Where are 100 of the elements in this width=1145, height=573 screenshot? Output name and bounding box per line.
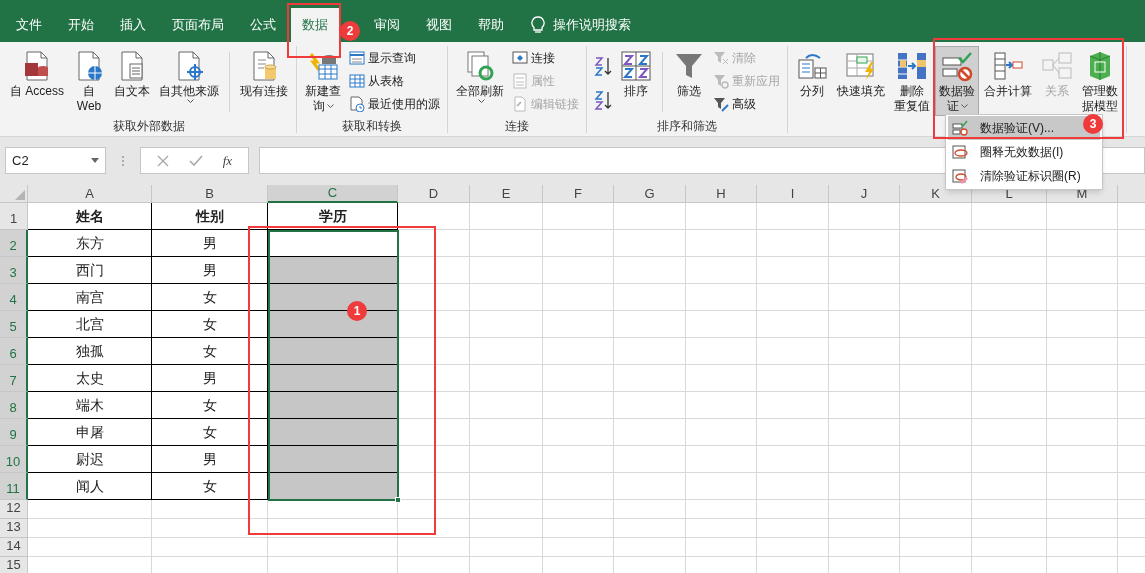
ribbon-tab[interactable]: 插入	[109, 8, 157, 42]
grid-cell	[686, 519, 757, 538]
ribbon-button[interactable]: 自 Access	[6, 46, 68, 116]
row-header[interactable]: 2	[0, 230, 28, 257]
grid-cell	[543, 519, 614, 538]
row-header[interactable]: 9	[0, 419, 28, 446]
row-header[interactable]: 12	[0, 500, 28, 519]
column-header[interactable]: A	[28, 185, 152, 203]
ribbon-tab[interactable]: 公式	[239, 8, 287, 42]
grid-cell	[398, 338, 470, 365]
ribbon-tab[interactable]: 帮助	[467, 8, 515, 42]
grid-cell	[757, 257, 829, 284]
tell-me-search[interactable]: 操作说明搜索	[519, 8, 631, 42]
sort-descending-button[interactable]	[594, 90, 612, 110]
row-header[interactable]: 6	[0, 338, 28, 365]
ribbon-button[interactable]: 排序	[616, 46, 656, 116]
row-header[interactable]: 11	[0, 473, 28, 500]
ribbon-button[interactable]: 高级	[713, 94, 780, 114]
reapply-filter-icon	[713, 73, 729, 89]
grid-cell	[543, 446, 614, 473]
ribbon-button[interactable]: 筛选	[669, 46, 709, 116]
ribbon-button[interactable]: 最近使用的源	[349, 94, 440, 114]
grid-cell	[900, 338, 972, 365]
grid-cell	[686, 365, 757, 392]
ribbon-button[interactable]: 新建查 询	[301, 46, 345, 116]
grid-cell	[829, 519, 900, 538]
column-header[interactable]: D	[398, 185, 470, 203]
grid-cell	[900, 519, 972, 538]
ribbon-button[interactable]: 快速填充	[833, 46, 889, 116]
row-header[interactable]: 13	[0, 519, 28, 538]
menu-item[interactable]: 圈释无效数据(I)	[948, 140, 1100, 164]
ribbon-tab[interactable]: 文件	[5, 8, 53, 42]
row-header[interactable]: 3	[0, 257, 28, 284]
grid-cell	[398, 538, 470, 557]
ribbon-button[interactable]: 全部刷新	[452, 46, 508, 116]
ribbon-button[interactable]: 合并计算	[980, 46, 1036, 116]
ribbon-tab[interactable]: 页面布局	[161, 8, 235, 42]
table-cell: 尉迟	[28, 446, 152, 473]
ribbon-button[interactable]: 管理数 据模型	[1078, 46, 1122, 116]
ribbon-button[interactable]: 数据验 证	[935, 46, 979, 116]
circle-invalid-icon	[952, 144, 968, 160]
row-header[interactable]: 10	[0, 446, 28, 473]
row-header[interactable]: 7	[0, 365, 28, 392]
column-header[interactable]: J	[829, 185, 900, 203]
column-header[interactable]: E	[470, 185, 543, 203]
grid-cell	[614, 392, 686, 419]
grid-cell	[757, 365, 829, 392]
grid-cell	[757, 519, 829, 538]
sort-ascending-button[interactable]	[594, 56, 612, 76]
grid-cell	[1047, 230, 1118, 257]
data-validation-icon	[941, 50, 973, 82]
ribbon-tab[interactable]: 开始	[57, 8, 105, 42]
ribbon-button[interactable]: 连接	[512, 48, 579, 68]
ribbon-button[interactable]: 显示查询	[349, 48, 440, 68]
grid-cell	[543, 311, 614, 338]
insert-function-button[interactable]: fx	[222, 150, 233, 171]
ribbon-button[interactable]: 自其他来源	[155, 46, 223, 116]
table-cell: 性别	[152, 203, 268, 230]
grid-cell	[829, 284, 900, 311]
row-header[interactable]: 15	[0, 557, 28, 573]
column-header[interactable]: C	[268, 185, 398, 203]
grid-cell	[757, 338, 829, 365]
row-header[interactable]: 5	[0, 311, 28, 338]
name-box[interactable]: C2	[5, 147, 106, 174]
column-header[interactable]: F	[543, 185, 614, 203]
row-header[interactable]: 14	[0, 538, 28, 557]
ribbon-tab[interactable]: 数据	[291, 8, 339, 42]
grid-cell	[1047, 203, 1118, 230]
ribbon-button[interactable]: 分列	[792, 46, 832, 116]
grid-cell	[900, 419, 972, 446]
ribbon-button[interactable]: 从表格	[349, 71, 440, 91]
ribbon-tab[interactable]: 审阅	[363, 8, 411, 42]
row-header[interactable]: 8	[0, 392, 28, 419]
column-header[interactable]: I	[757, 185, 829, 203]
ribbon-tab[interactable]: 视图	[415, 8, 463, 42]
ribbon-button[interactable]: 自 Web	[69, 46, 109, 116]
column-header[interactable]: G	[614, 185, 686, 203]
grid-cell	[829, 203, 900, 230]
grid-cell	[829, 365, 900, 392]
menu-item[interactable]: 清除验证标识圈(R)	[948, 164, 1100, 188]
table-cell: 女	[152, 392, 268, 419]
row-header[interactable]: 4	[0, 284, 28, 311]
query-list-icon	[349, 50, 365, 66]
grid-cell	[398, 473, 470, 500]
connection-icon	[512, 50, 528, 66]
table-cell: 太史	[28, 365, 152, 392]
grid-cell	[686, 500, 757, 519]
ribbon-button[interactable]: 删除 重复值	[890, 46, 934, 116]
column-header[interactable]: B	[152, 185, 268, 203]
grid-cell	[543, 284, 614, 311]
grid-cell	[757, 284, 829, 311]
ribbon-button[interactable]: 自文本	[110, 46, 154, 116]
grid-cell	[686, 257, 757, 284]
row-header[interactable]: 1	[0, 203, 28, 230]
ribbon-button[interactable]: 现有连接	[236, 46, 292, 116]
fill-handle[interactable]	[395, 497, 401, 503]
grid-cell	[900, 203, 972, 230]
clear-circles-icon	[952, 168, 968, 184]
column-header[interactable]: H	[686, 185, 757, 203]
grid-cell	[614, 538, 686, 557]
